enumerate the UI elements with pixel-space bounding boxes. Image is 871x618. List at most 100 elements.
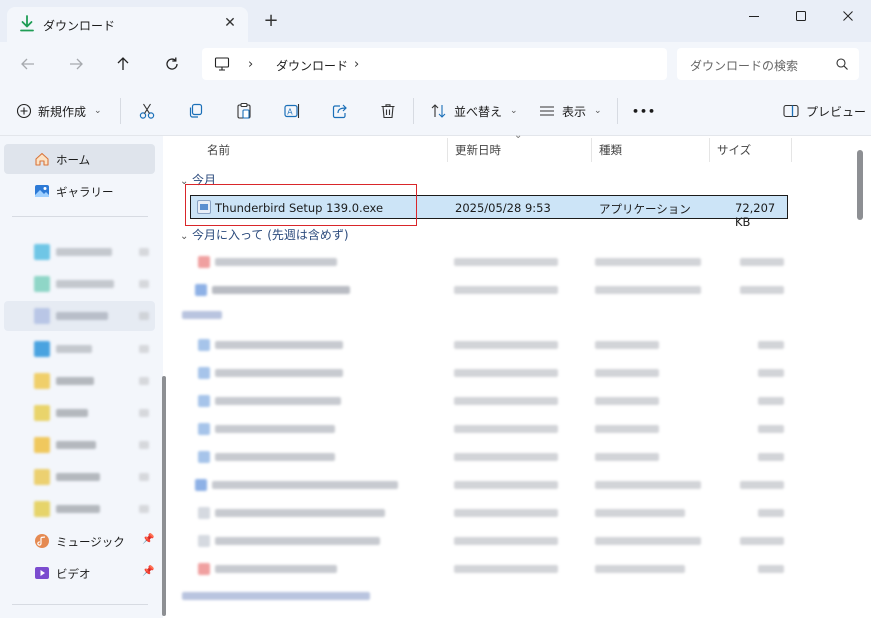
search-input[interactable]: ダウンロードの検索 bbox=[690, 57, 798, 74]
sidebar-scrollbar[interactable] bbox=[162, 136, 166, 618]
preview-pane-button[interactable]: プレビュー bbox=[782, 100, 866, 122]
column-divider[interactable] bbox=[709, 138, 710, 162]
redacted-label bbox=[454, 481, 558, 489]
column-header-name[interactable]: 名前 bbox=[207, 142, 230, 158]
delete-button[interactable] bbox=[379, 100, 397, 122]
navigation-pane: ホーム ギャラリー ミュージック 📌 ビデオ 📌 bbox=[0, 136, 163, 618]
redacted-label bbox=[454, 453, 558, 461]
folder-icon bbox=[34, 341, 50, 357]
home-icon bbox=[35, 152, 49, 166]
refresh-button[interactable] bbox=[159, 51, 185, 77]
svg-text:A: A bbox=[287, 107, 293, 116]
search-box[interactable]: ダウンロードの検索 bbox=[677, 48, 859, 80]
copy-button[interactable] bbox=[187, 100, 205, 122]
new-button-label: 新規作成 bbox=[38, 104, 87, 119]
preview-pane-label: プレビュー bbox=[806, 104, 867, 119]
column-header-modified[interactable]: 更新日時 bbox=[455, 142, 501, 158]
sidebar-item-redacted[interactable] bbox=[4, 269, 155, 299]
chevron-right-icon[interactable]: › bbox=[248, 57, 253, 72]
minimize-button[interactable] bbox=[731, 0, 777, 32]
sort-button-label: 並べ替え bbox=[454, 104, 503, 119]
column-divider[interactable] bbox=[791, 138, 792, 162]
more-options-button[interactable]: ••• bbox=[632, 100, 656, 122]
redacted-label bbox=[454, 341, 558, 349]
redacted-label bbox=[212, 481, 398, 489]
maximize-button[interactable] bbox=[778, 0, 824, 32]
column-divider[interactable] bbox=[591, 138, 592, 162]
cut-button[interactable] bbox=[138, 100, 156, 122]
view-button[interactable]: 表示 ⌄ bbox=[538, 100, 602, 122]
redacted-label bbox=[215, 397, 341, 405]
address-bar[interactable]: › ダウンロード › bbox=[202, 48, 667, 80]
rename-button[interactable]: A bbox=[283, 100, 301, 122]
redacted-label bbox=[215, 537, 380, 545]
share-icon bbox=[332, 104, 347, 119]
sidebar-item-redacted[interactable] bbox=[4, 334, 155, 364]
arrow-left-icon bbox=[21, 58, 34, 70]
up-button[interactable] bbox=[110, 51, 136, 77]
sidebar-item-redacted[interactable] bbox=[4, 366, 155, 396]
new-tab-button[interactable]: + bbox=[261, 12, 281, 32]
new-button[interactable]: 新規作成 ⌄ bbox=[16, 100, 102, 122]
sidebar-item-label: ビデオ bbox=[56, 567, 91, 581]
file-icon bbox=[195, 284, 207, 296]
back-button[interactable] bbox=[15, 51, 41, 77]
command-bar: 新規作成 ⌄ A 並べ替え ⌄ 表示 ⌄ ••• プレビュー bbox=[0, 86, 871, 136]
refresh-icon bbox=[166, 57, 178, 70]
group-header-this-month[interactable]: ⌄ 今月に入って (先週は含めず) bbox=[180, 226, 349, 243]
redacted-label bbox=[595, 286, 701, 294]
sidebar-item-redacted[interactable] bbox=[4, 430, 155, 460]
share-button[interactable] bbox=[331, 100, 349, 122]
arrow-up-icon bbox=[117, 57, 129, 70]
sort-button[interactable]: 並べ替え ⌄ bbox=[430, 100, 518, 122]
file-list-scrollbar[interactable] bbox=[857, 150, 863, 220]
sidebar-item-redacted[interactable] bbox=[4, 398, 155, 428]
pin-icon[interactable]: 📌 bbox=[142, 566, 154, 577]
tab-downloads[interactable]: ダウンロード ✕ bbox=[7, 7, 248, 42]
column-header-type[interactable]: 種類 bbox=[599, 142, 622, 158]
sidebar-item-home[interactable]: ホーム bbox=[4, 144, 155, 174]
chevron-down-icon: ⌄ bbox=[180, 231, 189, 242]
chevron-down-icon: ⌄ bbox=[594, 106, 602, 116]
pin-icon[interactable]: 📌 bbox=[142, 534, 154, 545]
sidebar-item-redacted[interactable] bbox=[4, 462, 155, 492]
sidebar-item-redacted[interactable] bbox=[4, 237, 155, 267]
chevron-down-icon: ⌄ bbox=[510, 106, 518, 116]
file-icon bbox=[198, 367, 210, 379]
pin-icon bbox=[139, 312, 149, 320]
redacted-label bbox=[454, 565, 558, 573]
sidebar-item-redacted[interactable] bbox=[4, 301, 155, 331]
sidebar-item-video[interactable]: ビデオ 📌 bbox=[4, 558, 155, 588]
redacted-label bbox=[454, 258, 558, 266]
chevron-down-icon: ⌄ bbox=[94, 106, 102, 116]
redacted-label bbox=[56, 377, 94, 385]
plus-circle-icon bbox=[16, 103, 32, 119]
close-icon bbox=[843, 11, 853, 21]
redacted-label bbox=[215, 509, 385, 517]
redacted-label bbox=[212, 286, 350, 294]
sidebar-item-gallery[interactable]: ギャラリー bbox=[4, 176, 155, 206]
paste-button[interactable] bbox=[235, 100, 253, 122]
forward-button[interactable] bbox=[63, 51, 89, 77]
pin-icon bbox=[139, 345, 149, 353]
redacted-label bbox=[740, 537, 784, 545]
redacted-label bbox=[215, 369, 343, 377]
redacted-label bbox=[454, 425, 558, 433]
sidebar-item-redacted[interactable] bbox=[4, 494, 155, 524]
breadcrumb-downloads[interactable]: ダウンロード bbox=[276, 57, 348, 74]
close-window-button[interactable] bbox=[825, 0, 871, 32]
tab-title: ダウンロード bbox=[43, 19, 116, 33]
chevron-right-icon[interactable]: › bbox=[354, 57, 359, 72]
column-header-size[interactable]: サイズ bbox=[717, 142, 751, 158]
column-divider[interactable] bbox=[447, 138, 448, 162]
scrollbar-thumb[interactable] bbox=[162, 376, 166, 616]
file-icon bbox=[198, 535, 210, 547]
sidebar-item-music[interactable]: ミュージック 📌 bbox=[4, 526, 155, 556]
tab-close-icon[interactable]: ✕ bbox=[221, 14, 239, 32]
sidebar-item-label: ホーム bbox=[56, 153, 91, 167]
download-icon bbox=[20, 15, 34, 32]
redacted-label bbox=[182, 311, 222, 319]
redacted-label bbox=[758, 397, 784, 405]
music-icon bbox=[35, 534, 49, 548]
redacted-label bbox=[454, 369, 558, 377]
